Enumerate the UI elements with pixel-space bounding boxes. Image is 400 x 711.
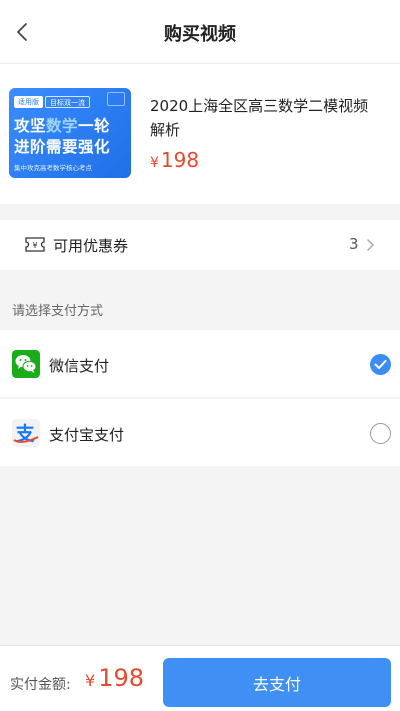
product-card: 适用版 目标双一流 攻坚数学一轮 进阶需要强化 集中攻克高考数学核心考点 202… xyxy=(0,64,400,204)
thumbnail-subtitle: 集中攻克高考数学核心考点 xyxy=(14,164,92,172)
coupon-ticket-icon: ¥ xyxy=(25,237,45,252)
product-thumbnail: 适用版 目标双一流 攻坚数学一轮 进阶需要强化 集中攻克高考数学核心考点 xyxy=(9,88,131,178)
nav-bar: 购买视频 xyxy=(0,0,400,64)
chevron-right-icon xyxy=(367,239,374,251)
pay-button[interactable]: 去支付 xyxy=(163,658,391,707)
wechat-icon xyxy=(12,350,40,378)
payment-option-wechat[interactable]: 微信支付 xyxy=(0,330,400,398)
thumbnail-decoration-icon xyxy=(107,92,125,106)
wechat-pay-label: 微信支付 xyxy=(49,357,110,375)
page-title: 购买视频 xyxy=(164,24,236,45)
coupon-count: 3 xyxy=(349,235,359,253)
payment-section-title: 请选择支付方式 xyxy=(12,304,104,319)
paid-amount: ¥198 xyxy=(85,664,144,692)
thumbnail-headline-2: 进阶需要强化 xyxy=(14,138,111,156)
coupon-row[interactable]: ¥ 可用优惠券 3 xyxy=(0,220,400,270)
thumbnail-tag-edition: 适用版 xyxy=(14,96,43,108)
product-name: 2020上海全区高三数学二模视频解析 xyxy=(150,97,369,139)
product-price: ¥198 xyxy=(150,148,200,172)
alipay-label: 支付宝支付 xyxy=(49,426,125,444)
coupon-label: 可用优惠券 xyxy=(53,237,129,255)
alipay-icon: 支 xyxy=(12,419,40,447)
alipay-radio-unchecked[interactable] xyxy=(370,423,391,444)
thumbnail-tag-goal: 目标双一流 xyxy=(45,96,90,108)
payment-option-alipay[interactable]: 支 支付宝支付 xyxy=(0,399,400,466)
paid-amount-label: 实付金额: xyxy=(10,677,71,693)
check-icon xyxy=(374,360,387,369)
svg-text:¥: ¥ xyxy=(32,241,37,250)
thumbnail-headline-1: 攻坚数学一轮 xyxy=(14,117,111,135)
checkout-bar: 实付金额: ¥198 去支付 xyxy=(0,645,400,711)
wechat-radio-checked[interactable] xyxy=(370,354,391,375)
